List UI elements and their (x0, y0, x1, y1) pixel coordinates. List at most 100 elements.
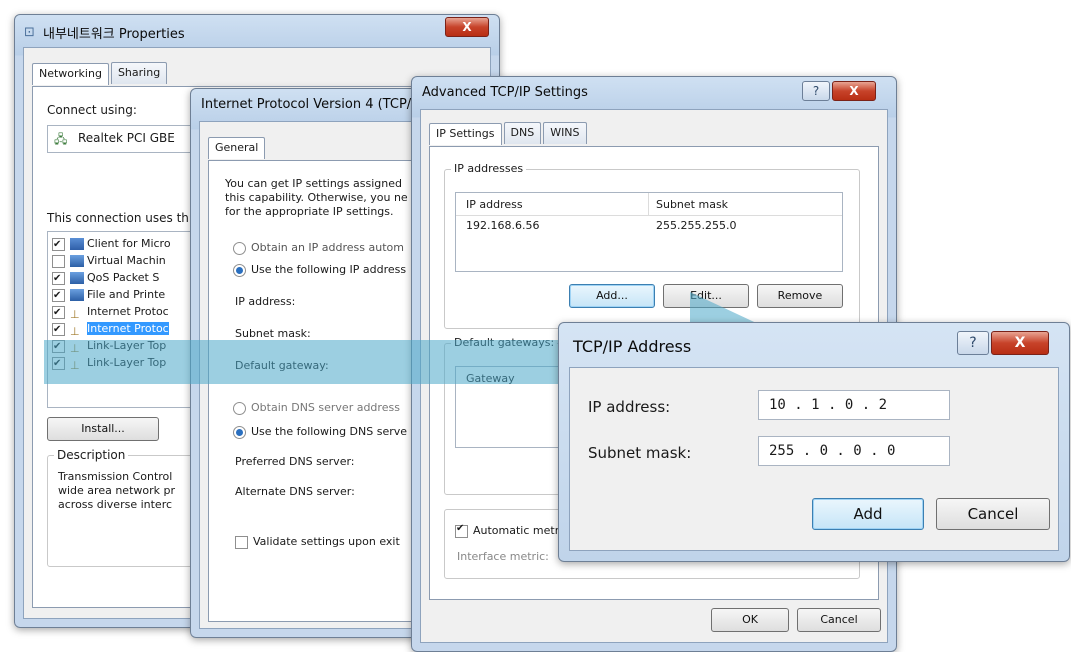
item-label: QoS Packet S (87, 271, 160, 284)
checkbox[interactable] (52, 321, 65, 338)
protocol-icon: ⊥ (70, 308, 80, 321)
checkbox[interactable] (52, 270, 65, 287)
tab-ip-settings[interactable]: IP Settings (429, 123, 502, 145)
ip-address-input[interactable]: 10 . 1 . 0 . 2 (758, 390, 950, 420)
help-icon: ? (812, 84, 820, 98)
checkbox[interactable] (52, 254, 65, 268)
default-gateway-label: Default gateway: (235, 359, 329, 372)
add-button[interactable]: Add... (569, 284, 655, 308)
help-icon: ? (969, 335, 977, 351)
radio-icon (233, 241, 246, 255)
protocol-icon: ⊥ (70, 325, 80, 338)
network-icon: ⊡ (24, 25, 35, 40)
item-label: Link-Layer Top (87, 339, 167, 352)
item-label: Virtual Machin (87, 254, 166, 267)
obtain-dns-radio[interactable]: Obtain DNS server address (233, 401, 400, 415)
ip-address-list: IP address Subnet mask 192.168.6.56 255.… (455, 192, 843, 272)
cell-ip: 192.168.6.56 (466, 219, 540, 232)
close-button[interactable]: X (991, 331, 1049, 355)
description-label: Description (54, 448, 129, 462)
uses-label: This connection uses th (47, 211, 189, 225)
checkbox[interactable] (52, 236, 65, 253)
ip-address-label: IP address: (588, 398, 671, 416)
tab-wins[interactable]: WINS (543, 122, 587, 144)
column-header-gateway[interactable]: Gateway (466, 372, 515, 385)
intro-line: for the appropriate IP settings. (225, 205, 394, 218)
tcpip-address-title: TCP/IP Address (573, 337, 692, 356)
ipv4-properties-window: Internet Protocol Version 4 (TCP/I Gener… (190, 88, 432, 638)
use-ip-radio[interactable]: Use the following IP address (233, 263, 406, 277)
tcpip-address-window: TCP/IP Address ? X IP address: 10 . 1 . … (558, 322, 1070, 562)
checkbox[interactable] (52, 338, 65, 355)
subnet-mask-input[interactable]: 255 . 0 . 0 . 0 (758, 436, 950, 466)
network-service-icon (70, 255, 84, 267)
ipv4-client: General You can get IP settings assigned… (199, 121, 427, 629)
properties-window-title: 내부네트워크 Properties (43, 27, 185, 42)
item-label: Link-Layer Top (87, 356, 167, 369)
help-button[interactable]: ? (802, 81, 830, 101)
column-header-ip[interactable]: IP address (466, 198, 523, 211)
close-icon: X (1014, 335, 1026, 351)
column-divider (648, 193, 649, 215)
alternate-dns-label: Alternate DNS server: (235, 485, 355, 498)
ip-addresses-group: IP addresses IP address Subnet mask 192.… (444, 162, 860, 329)
automatic-metric-checkbox[interactable]: Automatic metr (455, 523, 560, 538)
advanced-window-title: Advanced TCP/IP Settings (422, 85, 588, 100)
close-button[interactable]: X (832, 81, 876, 101)
tab-networking[interactable]: Networking (32, 63, 109, 85)
subnet-mask-label: Subnet mask: (588, 444, 692, 462)
connect-using-label: Connect using: (47, 103, 137, 117)
checkbox-icon (455, 523, 468, 538)
checkbox[interactable] (52, 287, 65, 304)
checkbox-label: Validate settings upon exit (253, 535, 400, 548)
obtain-ip-radio[interactable]: Obtain an IP address autom (233, 241, 404, 255)
network-service-icon (70, 289, 84, 301)
cancel-button[interactable]: Cancel (797, 608, 881, 632)
tab-dns[interactable]: DNS (503, 122, 542, 144)
protocol-icon: ⊥ (70, 359, 80, 372)
preferred-dns-label: Preferred DNS server: (235, 455, 355, 468)
edit-button[interactable]: Edit... (663, 284, 749, 308)
add-button[interactable]: Add (812, 498, 924, 530)
description-line: Transmission Control (58, 470, 173, 483)
use-dns-radio[interactable]: Use the following DNS serve (233, 425, 407, 439)
item-label: File and Printe (87, 288, 166, 301)
adapter-icon: 🖧 (54, 132, 68, 146)
checkbox-icon (235, 535, 248, 549)
help-button[interactable]: ? (957, 331, 989, 355)
radio-icon (233, 425, 246, 439)
validate-checkbox[interactable]: Validate settings upon exit (235, 535, 400, 549)
tab-general[interactable]: General (208, 137, 266, 159)
column-header-mask[interactable]: Subnet mask (656, 198, 728, 211)
cell-mask: 255.255.255.0 (656, 219, 737, 232)
radio-label: Use the following DNS serve (251, 425, 408, 438)
remove-button[interactable]: Remove (757, 284, 843, 308)
subnet-mask-label: Subnet mask: (235, 327, 311, 340)
radio-label: Use the following IP address (251, 263, 407, 276)
item-label: Internet Protoc (87, 305, 169, 318)
item-label: Internet Protoc (87, 322, 169, 335)
tcpip-address-client: IP address: 10 . 1 . 0 . 2 Subnet mask: … (569, 367, 1059, 551)
radio-label: Obtain DNS server address (251, 401, 400, 414)
tab-sharing[interactable]: Sharing (110, 62, 168, 84)
item-label: Client for Micro (87, 237, 171, 250)
intro-line: this capability. Otherwise, you ne (225, 191, 408, 204)
checkbox[interactable] (52, 355, 65, 372)
client-icon (70, 238, 84, 250)
ipv4-tabs: General (208, 136, 266, 159)
checkbox-label: Automatic metr (473, 524, 560, 537)
radio-icon (233, 401, 246, 415)
ip-addresses-label: IP addresses (451, 162, 527, 175)
ok-button[interactable]: OK (711, 608, 789, 632)
ipv4-window-title: Internet Protocol Version 4 (TCP/I (201, 97, 415, 112)
cancel-button[interactable]: Cancel (936, 498, 1050, 530)
advanced-tabs: IP Settings DNS WINS (429, 122, 587, 145)
description-line: across diverse interc (58, 498, 173, 511)
checkbox[interactable] (52, 304, 65, 321)
table-row[interactable]: 192.168.6.56 255.255.255.0 (456, 219, 842, 235)
protocol-icon: ⊥ (70, 342, 80, 355)
interface-metric-label: Interface metric: (457, 550, 549, 563)
adapter-name: Realtek PCI GBE (78, 131, 175, 145)
close-button[interactable]: X (445, 17, 489, 37)
install-button[interactable]: Install... (47, 417, 159, 441)
